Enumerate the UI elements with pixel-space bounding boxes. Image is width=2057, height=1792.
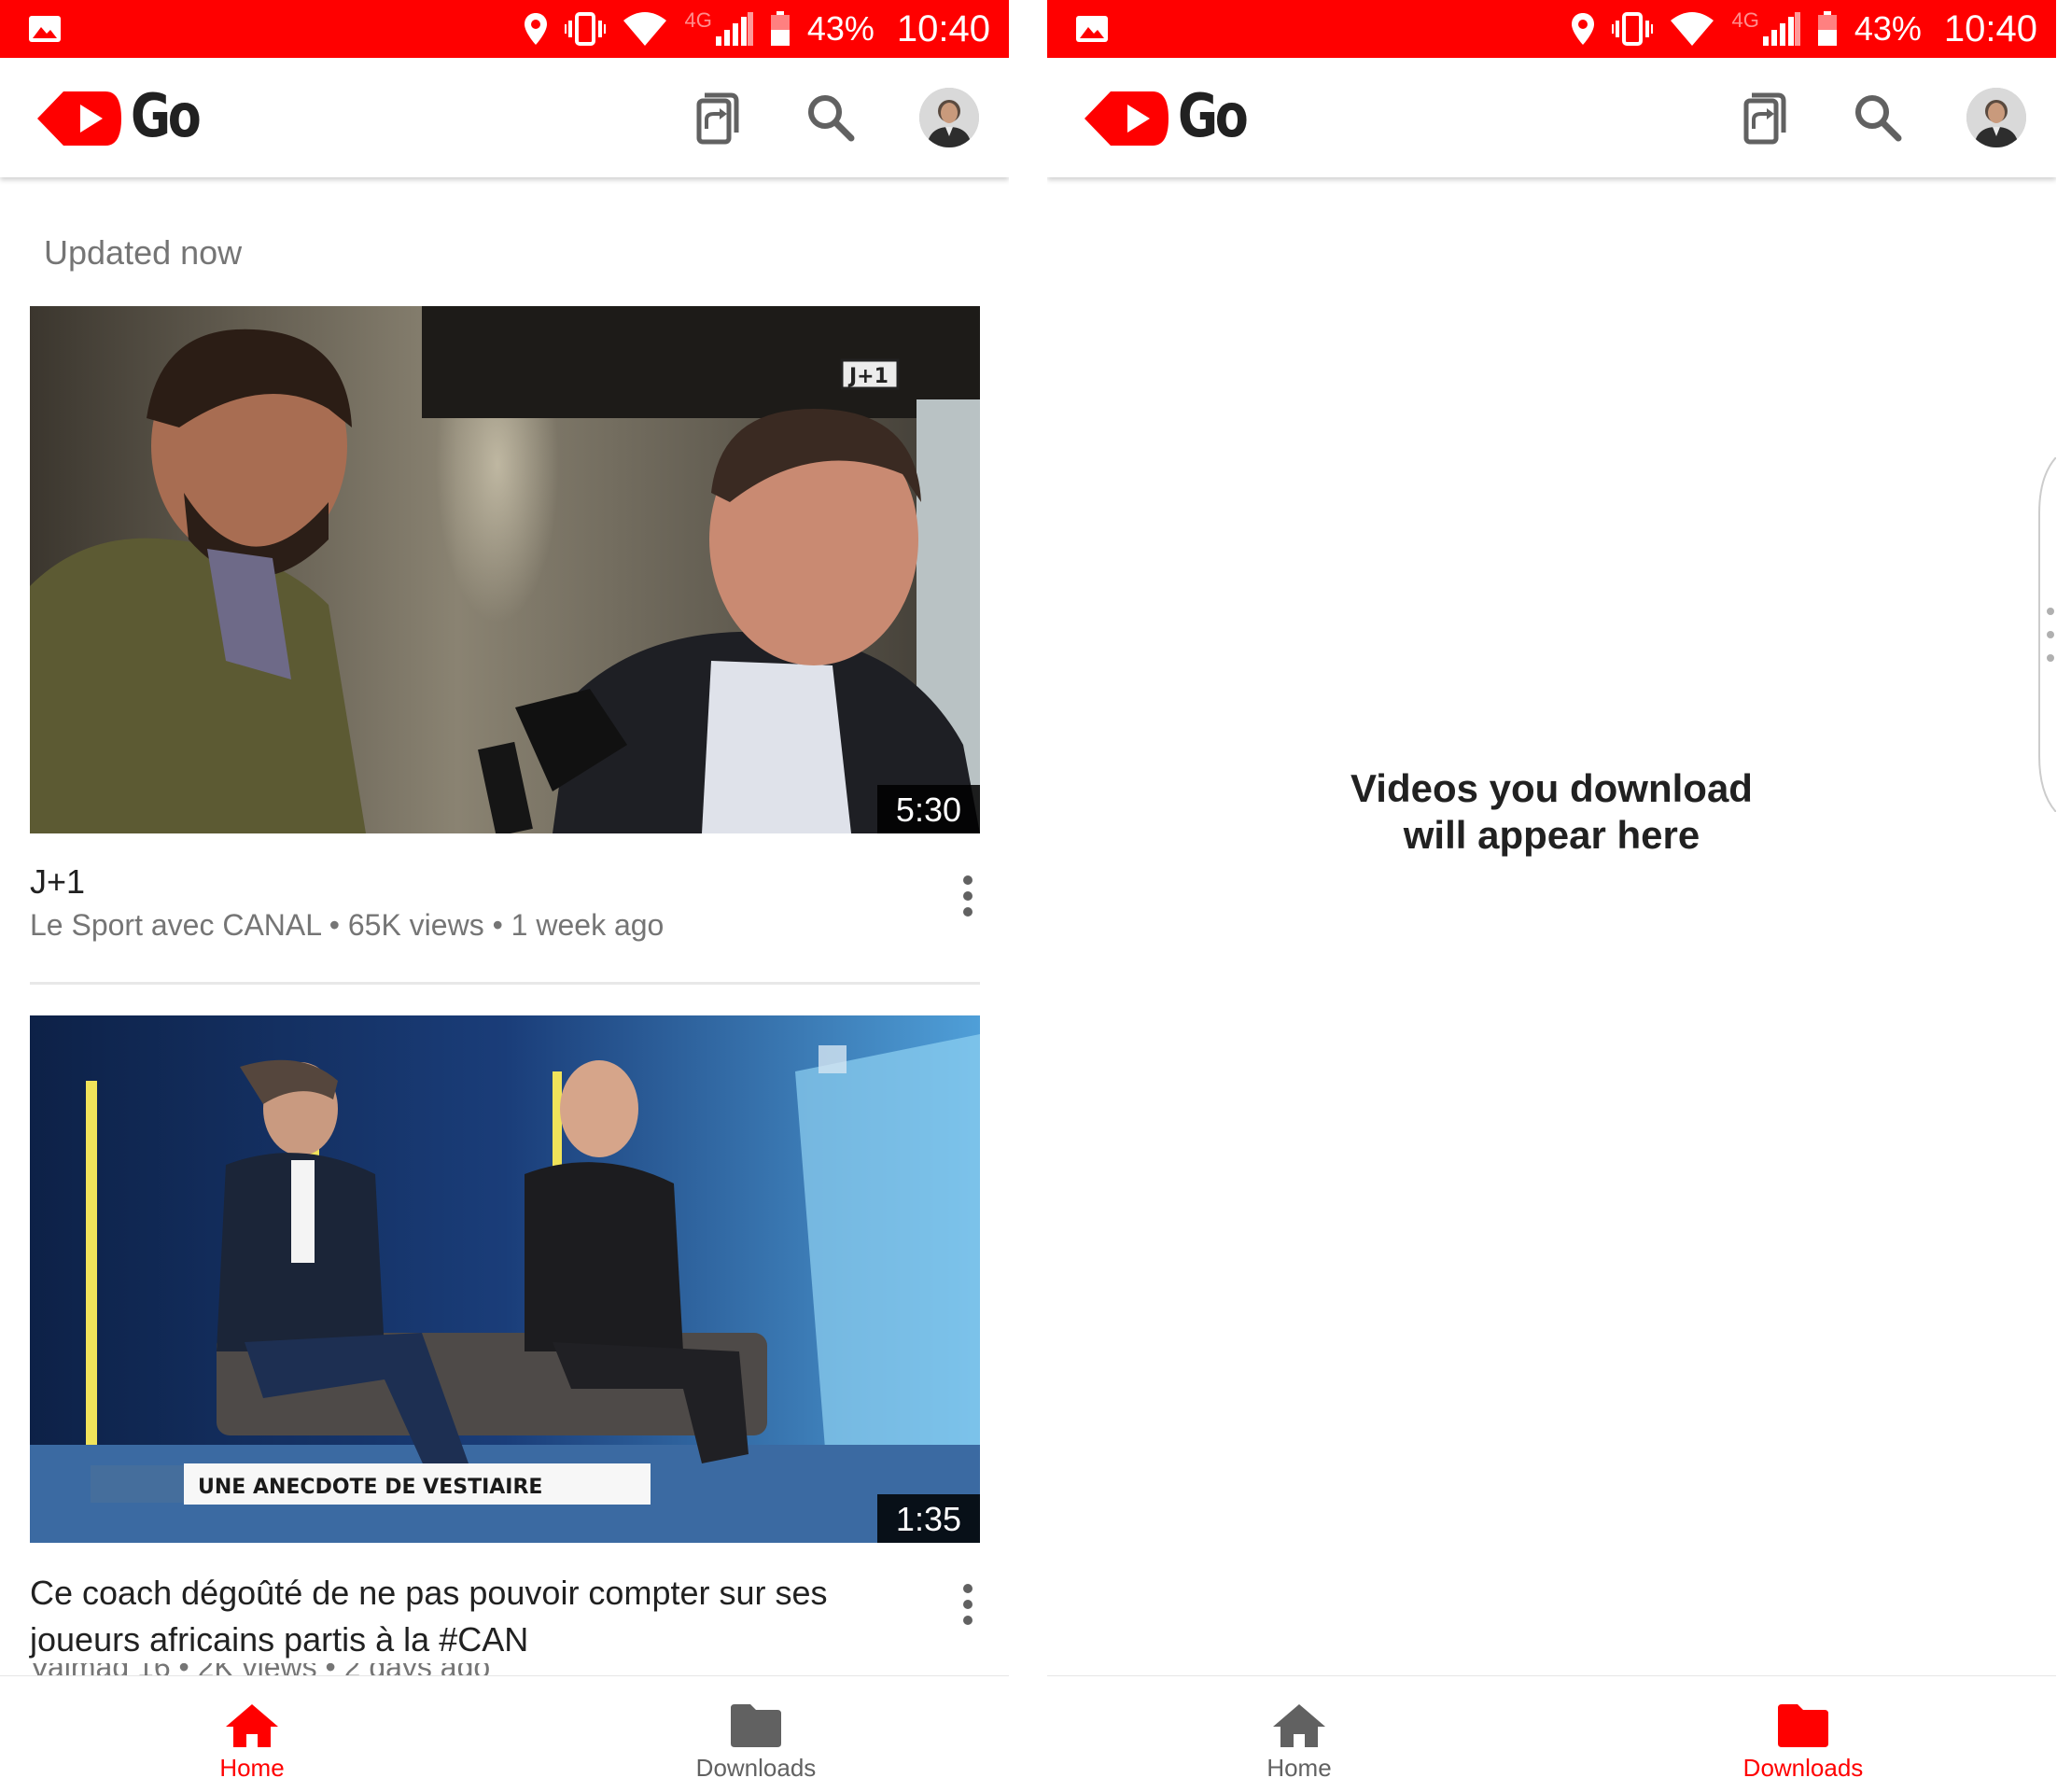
signal-icon bbox=[715, 12, 753, 46]
location-icon bbox=[1572, 13, 1595, 45]
app-bar: Go bbox=[0, 58, 1009, 177]
video-thumbnail[interactable]: J+1 5:30 bbox=[30, 306, 980, 833]
folder-icon bbox=[1778, 1704, 1828, 1747]
search-icon[interactable] bbox=[803, 90, 859, 146]
clock: 10:40 bbox=[896, 7, 990, 49]
empty-message-line1: Videos you download bbox=[1350, 766, 1753, 810]
share-files-icon[interactable] bbox=[686, 90, 742, 146]
network-type: 4G bbox=[1731, 8, 1759, 32]
avatar-person-icon bbox=[919, 88, 979, 147]
updated-label: Updated now bbox=[44, 233, 243, 272]
battery-percent: 43% bbox=[806, 9, 875, 48]
svg-text:J+1: J+1 bbox=[847, 365, 889, 388]
thumbnail-image: UNE ANECDOTE DE VESTIAIRE bbox=[30, 1015, 980, 1543]
gallery-notification-icon bbox=[29, 16, 61, 42]
share-files-icon[interactable] bbox=[1733, 90, 1789, 146]
folder-icon bbox=[731, 1704, 781, 1747]
svg-text:UNE ANECDOTE DE VESTIAIRE: UNE ANECDOTE DE VESTIAIRE bbox=[198, 1476, 542, 1499]
avatar-person-icon bbox=[1966, 88, 2026, 147]
video-meta-text: Valmag 16 • 2K views • 2 days ago bbox=[30, 1663, 490, 1675]
status-bar: 4G 43% 10:40 bbox=[0, 0, 1009, 58]
home-screen: 4G 43% 10:40 Go Updated now J+1 5:30 J+1… bbox=[0, 0, 1009, 1792]
account-avatar[interactable] bbox=[919, 88, 979, 147]
gallery-notification-icon bbox=[1076, 16, 1108, 42]
empty-message-line2: will appear here bbox=[1403, 813, 1700, 857]
battery-percent: 43% bbox=[1854, 9, 1922, 48]
app-bar: Go bbox=[1047, 58, 2056, 177]
video-meta: Le Sport avec CANAL • 65K views • 1 week… bbox=[30, 908, 665, 942]
video-title[interactable]: J+1 bbox=[30, 859, 907, 905]
video-duration: 5:30 bbox=[876, 785, 980, 833]
status-bar: 4G 43% 10:40 bbox=[1047, 0, 2056, 58]
nav-downloads[interactable]: Downloads bbox=[504, 1676, 1008, 1792]
downloads-empty-message: Videos you download will appear here bbox=[1047, 765, 2056, 859]
nav-downloads-label: Downloads bbox=[695, 1754, 817, 1782]
logo-text: Go bbox=[1178, 82, 1249, 151]
home-icon bbox=[226, 1704, 278, 1747]
location-icon bbox=[525, 13, 548, 45]
account-avatar[interactable] bbox=[1966, 88, 2026, 147]
home-icon bbox=[1273, 1704, 1325, 1747]
vibrate-icon bbox=[565, 12, 607, 46]
nav-downloads[interactable]: Downloads bbox=[1551, 1676, 2055, 1792]
nav-home-label: Home bbox=[219, 1754, 285, 1782]
logo-text: Go bbox=[131, 82, 202, 151]
vibrate-icon bbox=[1612, 12, 1654, 46]
downloads-screen: 4G 43% 10:40 Go Videos you download will… bbox=[1047, 0, 2056, 1792]
search-icon[interactable] bbox=[1850, 90, 1906, 146]
wifi-icon bbox=[1671, 12, 1714, 46]
bottom-navigation: Home Downloads bbox=[1047, 1675, 2056, 1792]
more-options-icon[interactable] bbox=[959, 873, 977, 919]
video-title[interactable]: Ce coach dégoûté de ne pas pouvoir compt… bbox=[30, 1570, 907, 1663]
youtube-go-logo-icon bbox=[1084, 91, 1168, 146]
video-duration: 1:35 bbox=[876, 1494, 980, 1543]
nav-home-label: Home bbox=[1266, 1754, 1332, 1782]
nav-home[interactable]: Home bbox=[0, 1676, 504, 1792]
nav-home[interactable]: Home bbox=[1047, 1676, 1551, 1792]
more-options-icon[interactable] bbox=[959, 1581, 977, 1628]
video-thumbnail[interactable]: UNE ANECDOTE DE VESTIAIRE 1:35 bbox=[30, 1015, 980, 1543]
card-divider bbox=[30, 982, 980, 985]
battery-icon bbox=[770, 11, 790, 46]
signal-icon bbox=[1762, 12, 1800, 46]
nav-downloads-label: Downloads bbox=[1742, 1754, 1864, 1782]
bottom-navigation: Home Downloads bbox=[0, 1675, 1009, 1792]
wifi-icon bbox=[623, 12, 667, 46]
youtube-go-logo-icon bbox=[37, 91, 121, 146]
clock: 10:40 bbox=[1943, 7, 2037, 49]
video-meta: Valmag 16 • 2K views • 2 days ago bbox=[30, 1663, 490, 1675]
edge-panel-handle[interactable] bbox=[2037, 457, 2056, 812]
battery-icon bbox=[1817, 11, 1837, 46]
network-type: 4G bbox=[684, 8, 712, 32]
thumbnail-image: J+1 bbox=[30, 306, 980, 833]
